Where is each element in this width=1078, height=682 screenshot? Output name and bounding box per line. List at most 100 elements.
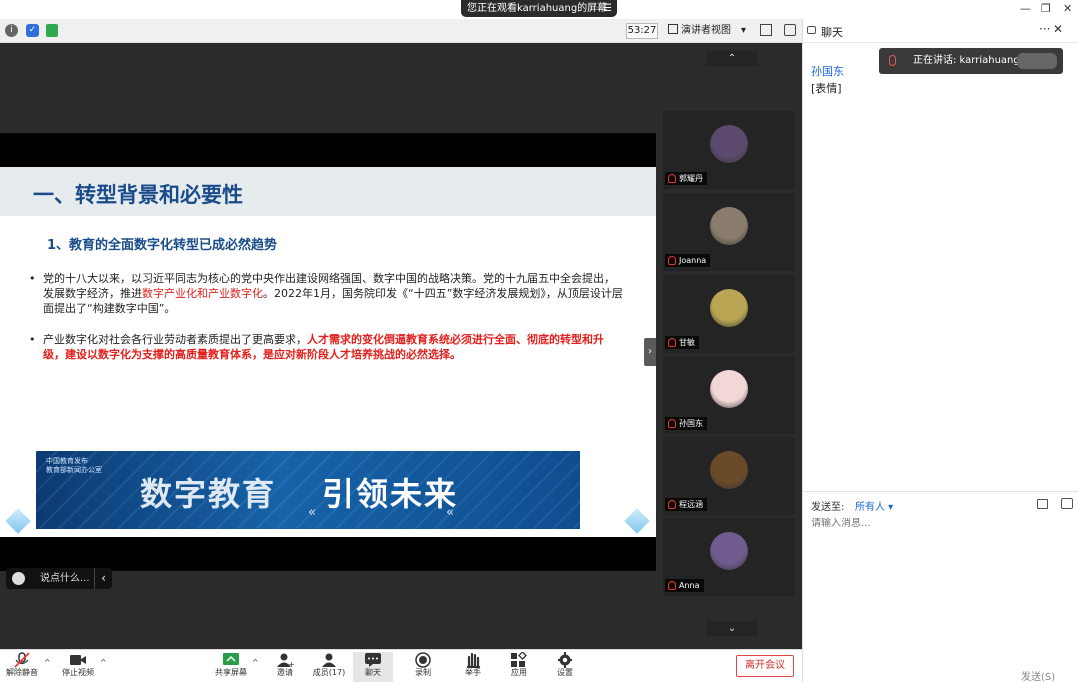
chat-button[interactable]: 聊天 [353,652,393,682]
shared-screen: 一、转型背景和必要性 1、教育的全面数字化转型已成必然趋势 • 党的十八大以来，… [0,43,656,649]
avatar [710,370,748,408]
banner-logo-line1: 中国教育发布 [46,457,88,465]
settings-button[interactable]: 设置 [545,652,585,682]
slide-header: 一、转型背景和必要性 [0,167,656,216]
signal-icon[interactable] [46,24,58,37]
send-button[interactable]: 发送(S) [1021,668,1055,682]
participant-name-text: 甘敏 [679,338,695,347]
collapse-icon[interactable]: ‹ [94,568,112,589]
digital-education-banner: 中国教育发布 教育部新闻办公室 数字教育 引领未来 « « [36,451,580,529]
presentation-slide: 一、转型背景和必要性 1、教育的全面数字化转型已成必然趋势 • 党的十八大以来，… [0,167,656,537]
participant-tile[interactable]: Joanna [663,193,795,271]
share-banner[interactable]: 您正在观看karriahuang的屏幕 ☰ [461,0,617,17]
emoji-icon[interactable] [12,572,25,585]
record-icon [414,652,432,668]
chat-input[interactable] [811,518,1061,529]
bullet-dot: • [29,333,36,346]
participant-tile[interactable]: 程远涵 [663,437,795,515]
participant-tile[interactable]: 甘敏 [663,275,795,353]
participant-name-text: 郭耀丹 [679,174,703,183]
zoom-meeting-window: 您正在观看karriahuang的屏幕 ☰ — ❐ ✕ i ✓ 53:27 演讲… [0,0,1078,682]
svg-text:+: + [288,660,294,668]
chat-sender[interactable]: 孙国东 [811,63,844,79]
restore-icon[interactable]: ❐ [1041,2,1051,15]
muted-mic-icon [668,500,676,509]
letterbox-bottom [0,537,656,571]
gallery-toggle-handle[interactable]: › [644,338,656,366]
stop-video-label: 停止视频 [62,668,94,677]
shield-icon[interactable]: ✓ [26,24,39,37]
participant-name: 甘敏 [665,336,699,349]
avatar [710,451,748,489]
members-icon [320,652,338,668]
slide-title: 一、转型背景和必要性 [33,183,243,207]
participant-tile[interactable]: 孙国东 [663,356,795,434]
bullet-dot: • [29,272,36,285]
share-options-caret[interactable]: ^ [252,658,259,667]
share-screen-icon [222,652,240,668]
participant-name-text: Joanna [679,256,707,265]
chevron-down-icon: ▾ [740,25,746,36]
reaction-input[interactable]: 说点什么... ‹ [6,568,112,589]
more-options-icon[interactable]: ··· [1039,22,1050,36]
diamond-decoration [5,508,31,534]
settings-label: 设置 [557,668,573,677]
scroll-up-icon[interactable]: ⌃ [706,51,758,66]
chevron-left-icon: « [446,505,454,520]
video-options-caret[interactable]: ^ [100,658,107,667]
participant-tile[interactable]: Anna [663,518,795,596]
raise-hand-label: 举手 [465,668,481,677]
close-chat-icon[interactable]: ✕ [1053,22,1063,36]
participant-name: Anna [665,579,704,592]
banner-logo: 中国教育发布 教育部新闻办公室 [46,457,102,475]
muted-mic-icon [13,652,31,668]
participant-tile[interactable]: 郭耀丹 [663,111,795,189]
chat-icon [807,26,816,34]
grid-icon [668,24,678,34]
add-user-icon: + [276,652,295,669]
menu-icon[interactable]: ☰ [603,0,612,17]
muted-mic-icon [668,256,676,265]
diamond-decoration [624,508,650,534]
participant-name: 孙国东 [665,417,707,430]
share-screen-button[interactable]: 共享屏幕 [211,652,251,682]
muted-mic-icon [668,419,676,428]
scroll-down-icon[interactable]: ⌄ [706,621,758,636]
chat-compose: 发送至: 所有人 ▾ 发送(S) [803,491,1078,682]
letterbox-top [0,133,656,167]
audio-options-caret[interactable]: ^ [44,658,51,667]
stop-video-button[interactable]: 停止视频 [58,652,98,682]
send-to-label: 发送至: [811,502,845,513]
minimize-icon[interactable]: — [1020,2,1031,15]
banner-text-1: 数字教育 [140,475,277,513]
file-icon[interactable] [1037,499,1048,509]
fullscreen-icon[interactable] [760,24,772,36]
chat-message: [表情] [811,82,842,95]
meeting-toolbar: 解除静音 ^ 停止视频 ^ 共享屏幕 ^ + 邀请 成员(17) 聊天 录制 举… [0,649,802,682]
title-bar: 您正在观看karriahuang的屏幕 ☰ — ❐ ✕ [0,0,1078,19]
unmute-label: 解除静音 [6,668,38,677]
invite-button[interactable]: + 邀请 [265,652,305,682]
participant-name-text: 孙国东 [679,419,703,428]
invite-label: 邀请 [277,668,293,677]
send-to-dropdown[interactable]: 所有人 ▾ [855,498,893,513]
slide-subtitle: 1、教育的全面数字化转型已成必然趋势 [47,238,278,253]
mic-icon [889,55,896,66]
info-icon[interactable]: i [5,24,18,37]
chat-panel: 聊天 ··· ✕ 孙国东 [表情] 正在讲话: karriahuang; 发送至… [802,19,1078,682]
sidebar-toggle-icon[interactable] [784,24,796,36]
screenshot-icon[interactable] [1061,498,1073,509]
participant-name: 郭耀丹 [665,172,707,185]
banner-text-2: 引领未来 [322,475,459,513]
view-mode-dropdown[interactable]: 演讲者视图 ▾ [668,22,750,40]
record-button[interactable]: 录制 [403,652,443,682]
apps-button[interactable]: 应用 [499,651,539,682]
members-button[interactable]: 成员(17) [309,652,349,682]
close-window-icon[interactable]: ✕ [1063,2,1072,15]
participant-name-text: 程远涵 [679,500,703,509]
bullet-2-text-a: 产业数字化对社会各行业劳动者素质提出了更高要求， [43,333,307,346]
unmute-button[interactable]: 解除静音 [2,652,42,682]
leave-meeting-button[interactable]: 离开会议 [736,655,794,677]
slide-bullet-2: • 产业数字化对社会各行业劳动者素质提出了更高要求，人才需求的变化倒逼教育系统必… [29,332,623,362]
raise-hand-button[interactable]: 举手 [453,652,493,682]
